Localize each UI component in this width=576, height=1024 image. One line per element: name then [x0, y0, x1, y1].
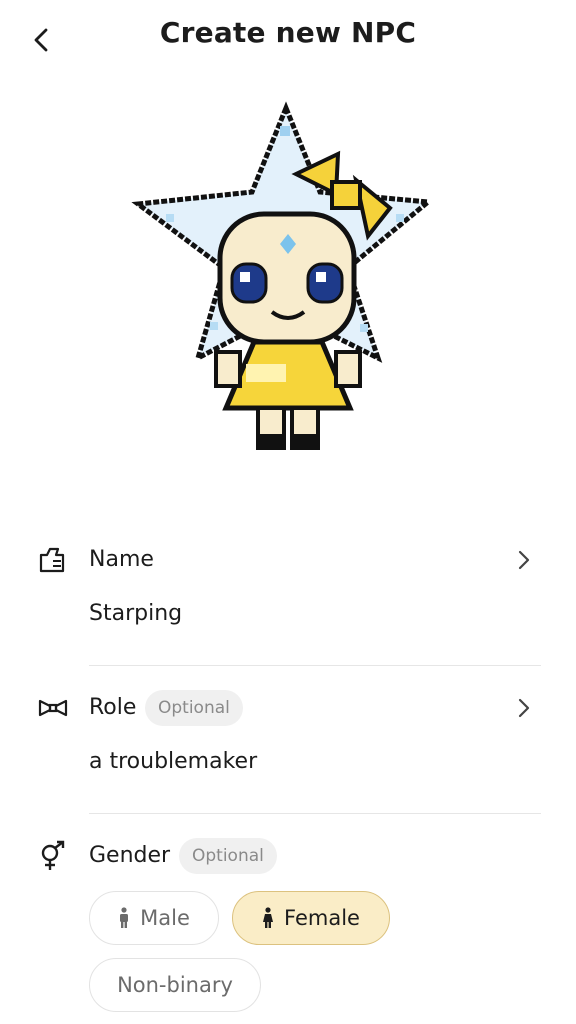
npc-avatar[interactable]	[128, 96, 448, 466]
gender-option-female[interactable]: Female	[232, 891, 390, 945]
chevron-right-icon[interactable]	[508, 544, 540, 576]
chip-label: Male	[140, 906, 190, 930]
name-row[interactable]: Name	[0, 536, 576, 584]
gender-option-male[interactable]: Male	[89, 891, 219, 945]
role-row[interactable]: Role Optional	[0, 684, 576, 732]
pixel-star-character-image	[131, 101, 435, 450]
name-value: Starping	[89, 601, 183, 626]
gender-optional-badge: Optional	[179, 838, 277, 874]
chevron-right-icon[interactable]	[508, 692, 540, 724]
role-label: Role	[89, 695, 137, 720]
divider	[89, 665, 541, 666]
female-person-icon	[262, 907, 274, 929]
header: Create new NPC	[0, 0, 576, 76]
name-label: Name	[89, 547, 154, 572]
bow-tie-icon	[36, 692, 70, 724]
chip-label: Non-binary	[117, 973, 233, 997]
gender-option-non-binary[interactable]: Non-binary	[89, 958, 261, 1012]
page-title: Create new NPC	[159, 16, 417, 49]
role-value: a troublemaker	[89, 749, 258, 774]
male-person-icon	[118, 907, 130, 929]
name-tag-icon	[36, 544, 70, 576]
chip-label: Female	[284, 906, 360, 930]
divider	[89, 813, 541, 814]
gender-symbol-icon	[36, 840, 70, 872]
gender-row: Gender Optional	[0, 832, 576, 880]
role-optional-badge: Optional	[145, 690, 243, 726]
gender-label: Gender	[89, 843, 171, 868]
